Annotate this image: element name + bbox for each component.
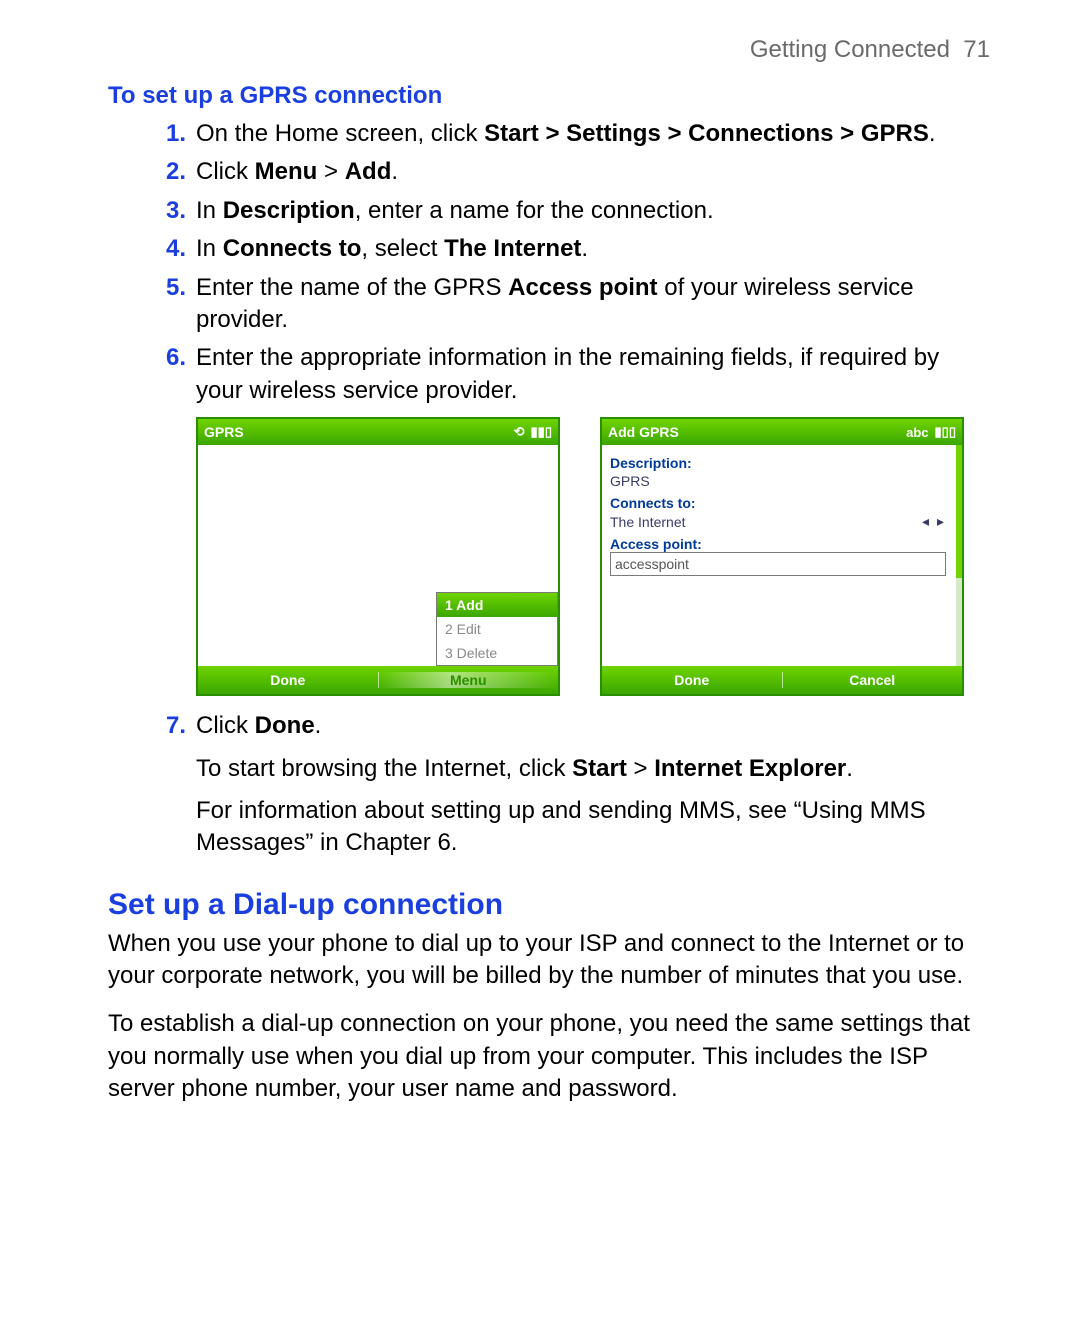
titlebar-title: Add GPRS [608,424,679,440]
softkey-menu[interactable]: Menu [379,672,559,688]
description-label: Description: [610,455,946,471]
step-text: Enter the appropriate information in the… [196,342,990,407]
step-6: 6. Enter the appropriate information in … [108,342,990,407]
step-text: Click Menu > Add. [196,156,990,188]
scrollbar-thumb[interactable] [956,445,962,578]
step-number: 3. [108,195,196,227]
titlebar: GPRS ⟲ ▮▮▯ [198,419,558,445]
dialup-paragraph-1: When you use your phone to dial up to yo… [108,928,990,993]
input-indicator: abc [906,425,928,440]
step-number: 1. [108,118,196,150]
phone-screenshot-add-gprs: Add GPRS abc ▮▯▯ Description: GPRS Conne… [600,417,964,696]
step-text: On the Home screen, click Start > Settin… [196,118,990,150]
menu-item-delete[interactable]: 3 Delete [437,641,557,665]
access-point-label: Access point: [610,536,946,552]
softkey-bar: Done Menu [198,666,558,694]
step-2: 2. Click Menu > Add. [108,156,990,188]
manual-page: Getting Connected 71 To set up a GPRS co… [0,0,1080,1327]
softkey-cancel[interactable]: Cancel [783,672,963,688]
subsection-title-gprs: To set up a GPRS connection [108,82,990,110]
page-number: 71 [963,36,990,63]
context-menu: 1 Add 2 Edit 3 Delete [436,592,558,666]
gprs-form: Description: GPRS Connects to: The Inter… [602,445,954,576]
scrollbar[interactable] [956,445,962,666]
description-value[interactable]: GPRS [610,473,946,489]
running-head: Getting Connected 71 [108,36,990,64]
signal-icon: ▮▮▯ [531,424,552,440]
connects-to-text: The Internet [610,514,686,530]
gprs-steps-list: 1. On the Home screen, click Start > Set… [108,118,990,407]
step-text: Click Done. [196,710,990,742]
signal-icon: ▮▯▯ [935,424,956,440]
titlebar: Add GPRS abc ▮▯▯ [602,419,962,445]
connects-to-label: Connects to: [610,495,946,511]
step-text: Enter the name of the GPRS Access point … [196,272,990,337]
step-number: 4. [108,233,196,265]
access-point-input[interactable] [610,552,946,576]
connects-to-value[interactable]: The Internet ◂ ▸ [610,513,946,530]
step-text: In Connects to, select The Internet. [196,233,990,265]
titlebar-title: GPRS [204,424,244,440]
mms-crossref: For information about setting up and sen… [196,795,990,860]
step-text: In Description, enter a name for the con… [196,195,990,227]
menu-item-edit[interactable]: 2 Edit [437,617,557,641]
step-4: 4. In Connects to, select The Internet. [108,233,990,265]
gprs-steps-list-cont: 7. Click Done. [108,710,990,742]
chapter-title: Getting Connected [750,36,950,63]
step-number: 6. [108,342,196,407]
menu-item-add[interactable]: 1 Add [437,593,557,617]
softkey-done[interactable]: Done [198,672,378,688]
post-step-notes: To start browsing the Internet, click St… [196,753,990,860]
step-number: 5. [108,272,196,337]
screen-body: Description: GPRS Connects to: The Inter… [602,445,962,666]
step-7: 7. Click Done. [108,710,990,742]
section-title-dialup: Set up a Dial-up connection [108,888,990,922]
softkey-bar: Done Cancel [602,666,962,694]
step-number: 7. [108,710,196,742]
dialup-paragraph-2: To establish a dial-up connection on you… [108,1008,990,1105]
phone-screenshot-gprs: GPRS ⟲ ▮▮▯ 1 Add 2 Edit 3 Delete Done Me… [196,417,560,696]
softkey-done[interactable]: Done [602,672,782,688]
browse-hint: To start browsing the Internet, click St… [196,753,990,785]
selector-arrows-icon: ◂ ▸ [922,513,946,530]
step-1: 1. On the Home screen, click Start > Set… [108,118,990,150]
step-number: 2. [108,156,196,188]
screen-body: 1 Add 2 Edit 3 Delete [198,445,558,666]
sync-icon: ⟲ [514,424,525,440]
step-3: 3. In Description, enter a name for the … [108,195,990,227]
screenshot-row: GPRS ⟲ ▮▮▯ 1 Add 2 Edit 3 Delete Done Me… [196,417,990,696]
step-5: 5. Enter the name of the GPRS Access poi… [108,272,990,337]
